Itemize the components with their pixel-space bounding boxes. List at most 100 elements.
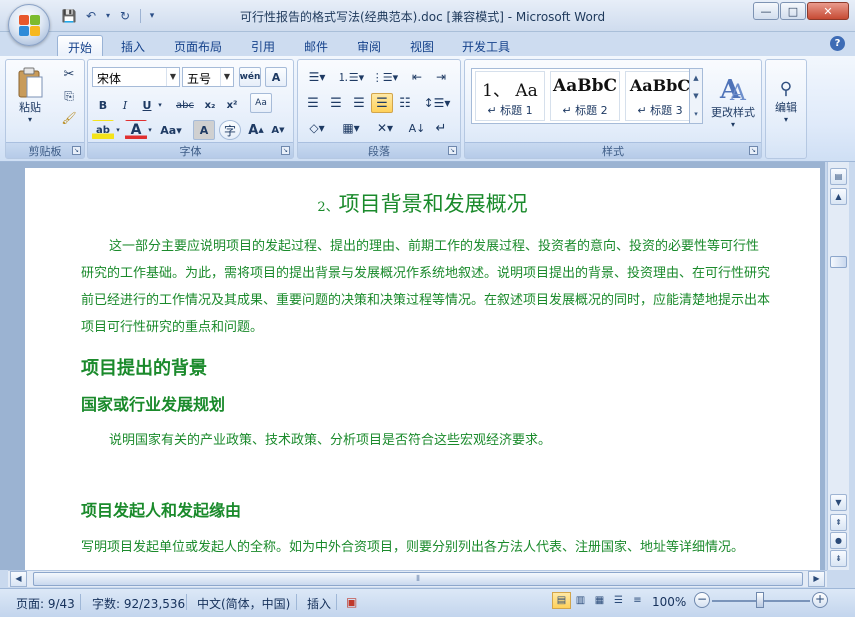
customize-qat-icon[interactable]: ▾ [147,7,157,24]
format-painter-icon[interactable]: 🖌 [58,108,80,128]
shrink-font-icon[interactable]: A ▼ [267,120,289,140]
outline-view-icon[interactable]: ☰ [609,592,628,609]
tab-review[interactable]: 审阅 [347,35,391,56]
zoom-slider-thumb[interactable] [756,592,764,608]
highlight-dropdown-icon[interactable]: ▾ [114,120,122,140]
tab-page-layout[interactable]: 页面布局 [165,35,231,56]
zoom-in-icon[interactable]: + [812,592,828,608]
character-shading-icon[interactable]: A [193,120,215,140]
decrease-indent-icon[interactable]: ⇤ [406,67,428,87]
help-icon[interactable]: ? [830,36,845,51]
full-screen-reading-icon[interactable]: ▥ [571,592,590,609]
font-size-combo[interactable]: 五号 ▼ [182,67,234,87]
horizontal-scroll-thumb[interactable]: ⦀ [33,572,803,586]
scroll-up-icon[interactable]: ▲ [830,188,847,205]
superscript-icon[interactable]: x² [221,95,243,115]
print-layout-view-icon[interactable]: ▤ [552,592,571,609]
gallery-scroll[interactable]: ▲ ▼ ▾ [689,68,703,124]
phonetic-guide-icon[interactable]: wén [239,67,261,87]
editing-button[interactable]: ⚲ 编辑 ▾ [768,66,804,136]
zoom-out-icon[interactable]: − [694,592,710,608]
bullets-icon[interactable]: ☰▾ [302,67,332,87]
align-right-icon[interactable]: ☰ [348,93,370,113]
previous-page-icon[interactable]: ⇞ [830,514,847,531]
scroll-down-icon[interactable]: ▼ [830,494,847,511]
grow-font-icon[interactable]: A ▲ [245,120,267,140]
page-indicator[interactable]: 页面: 9/43 [16,595,75,612]
change-case-icon[interactable]: Aa▾ [158,120,184,140]
copy-icon[interactable]: ⎘ [58,86,80,106]
office-button[interactable] [8,4,50,46]
redo-icon[interactable]: ↻ [116,7,134,24]
underline-icon[interactable]: U [136,95,158,115]
paragraph-launcher-icon[interactable]: ↘ [448,146,457,155]
macro-record-icon[interactable]: ▣ [346,595,357,609]
document-page[interactable]: 2、项目背景和发展概况 这一部分主要应说明项目的发起过程、提出的理由、前期工作的… [25,168,820,570]
sort-icon[interactable]: A↓ [406,118,428,138]
italic-icon[interactable]: I [114,95,136,115]
distributed-icon[interactable]: ☷ [394,93,416,113]
show-marks-icon[interactable]: ↵ [430,118,452,138]
font-color-icon[interactable]: A [125,120,147,140]
shading-icon[interactable]: ◇▾ [302,118,332,138]
enclose-characters-icon[interactable]: 字 [219,120,241,140]
multilevel-list-icon[interactable]: ⋮☰▾ [370,67,400,87]
change-styles-button[interactable]: A A 更改样式 ▾ [705,64,761,136]
numbering-icon[interactable]: ⒈☰▾ [336,67,366,87]
chinese-layout-icon[interactable]: ✕▾ [370,118,400,138]
increase-indent-icon[interactable]: ⇥ [430,67,452,87]
close-button[interactable]: ✕ [807,2,849,20]
undo-icon[interactable]: ↶ [82,7,100,24]
justify-icon[interactable]: ☰ [371,93,393,113]
gallery-up-icon[interactable]: ▲ [690,69,702,87]
next-page-icon[interactable]: ⇟ [830,550,847,567]
clear-formatting-icon[interactable]: Aa [250,93,272,113]
undo-dropdown-icon[interactable]: ▾ [104,7,112,24]
character-border-icon[interactable]: A [265,67,287,87]
style-heading-2[interactable]: AaBbC ↵ 标题 2 [550,71,620,121]
horizontal-scrollbar[interactable]: ◀ ⦀ ▶ [8,570,827,587]
line-spacing-icon[interactable]: ↕☰▾ [422,93,452,113]
save-icon[interactable]: 💾 [60,7,78,24]
subscript-icon[interactable]: x₂ [199,95,221,115]
change-styles-label: 更改样式 [711,105,755,119]
tab-home[interactable]: 开始 [57,35,103,56]
tab-view[interactable]: 视图 [400,35,444,56]
cut-icon[interactable]: ✂ [58,64,80,84]
bold-icon[interactable]: B [92,95,114,115]
ruler-toggle-icon[interactable]: ▤ [830,168,847,185]
word-count[interactable]: 字数: 92/23,536 [92,595,185,612]
minimize-button[interactable]: — [753,2,779,20]
style-heading-3[interactable]: AaBbC ↵ 标题 3 [625,71,695,121]
vertical-scrollbar[interactable]: ▤ ▲ ▼ ⇞ ● ⇟ [827,162,849,570]
tab-mailings[interactable]: 邮件 [294,35,338,56]
scroll-right-icon[interactable]: ▶ [808,571,825,587]
gallery-more-icon[interactable]: ▾ [690,105,702,123]
align-left-icon[interactable]: ☰ [302,93,324,113]
style-heading-1[interactable]: 1、 Aa ↵ 标题 1 [475,71,545,121]
paste-button[interactable]: 粘贴 ▾ [12,64,48,126]
scroll-left-icon[interactable]: ◀ [10,571,27,587]
zoom-level[interactable]: 100% [652,595,686,609]
language-indicator[interactable]: 中文(简体，中国) [197,595,290,612]
insert-mode-indicator[interactable]: 插入 [307,595,331,612]
tab-references[interactable]: 引用 [241,35,285,56]
strikethrough-icon[interactable]: abc [172,95,198,115]
clipboard-launcher-icon[interactable]: ↘ [72,146,81,155]
font-name-combo[interactable]: 宋体 ▼ [92,67,180,87]
highlight-icon[interactable]: ab [92,120,114,140]
underline-dropdown-icon[interactable]: ▾ [156,95,164,115]
scroll-thumb[interactable] [830,256,847,268]
maximize-button[interactable]: □ [780,2,806,20]
select-browse-object-icon[interactable]: ● [830,532,847,549]
tab-insert[interactable]: 插入 [111,35,155,56]
font-launcher-icon[interactable]: ↘ [281,146,290,155]
font-color-dropdown-icon[interactable]: ▾ [146,120,154,140]
gallery-down-icon[interactable]: ▼ [690,87,702,105]
align-center-icon[interactable]: ☰ [325,93,347,113]
web-layout-icon[interactable]: ▦ [590,592,609,609]
draft-view-icon[interactable]: ≡ [628,592,647,609]
borders-icon[interactable]: ▦▾ [336,118,366,138]
tab-developer[interactable]: 开发工具 [453,35,519,56]
styles-launcher-icon[interactable]: ↘ [749,146,758,155]
